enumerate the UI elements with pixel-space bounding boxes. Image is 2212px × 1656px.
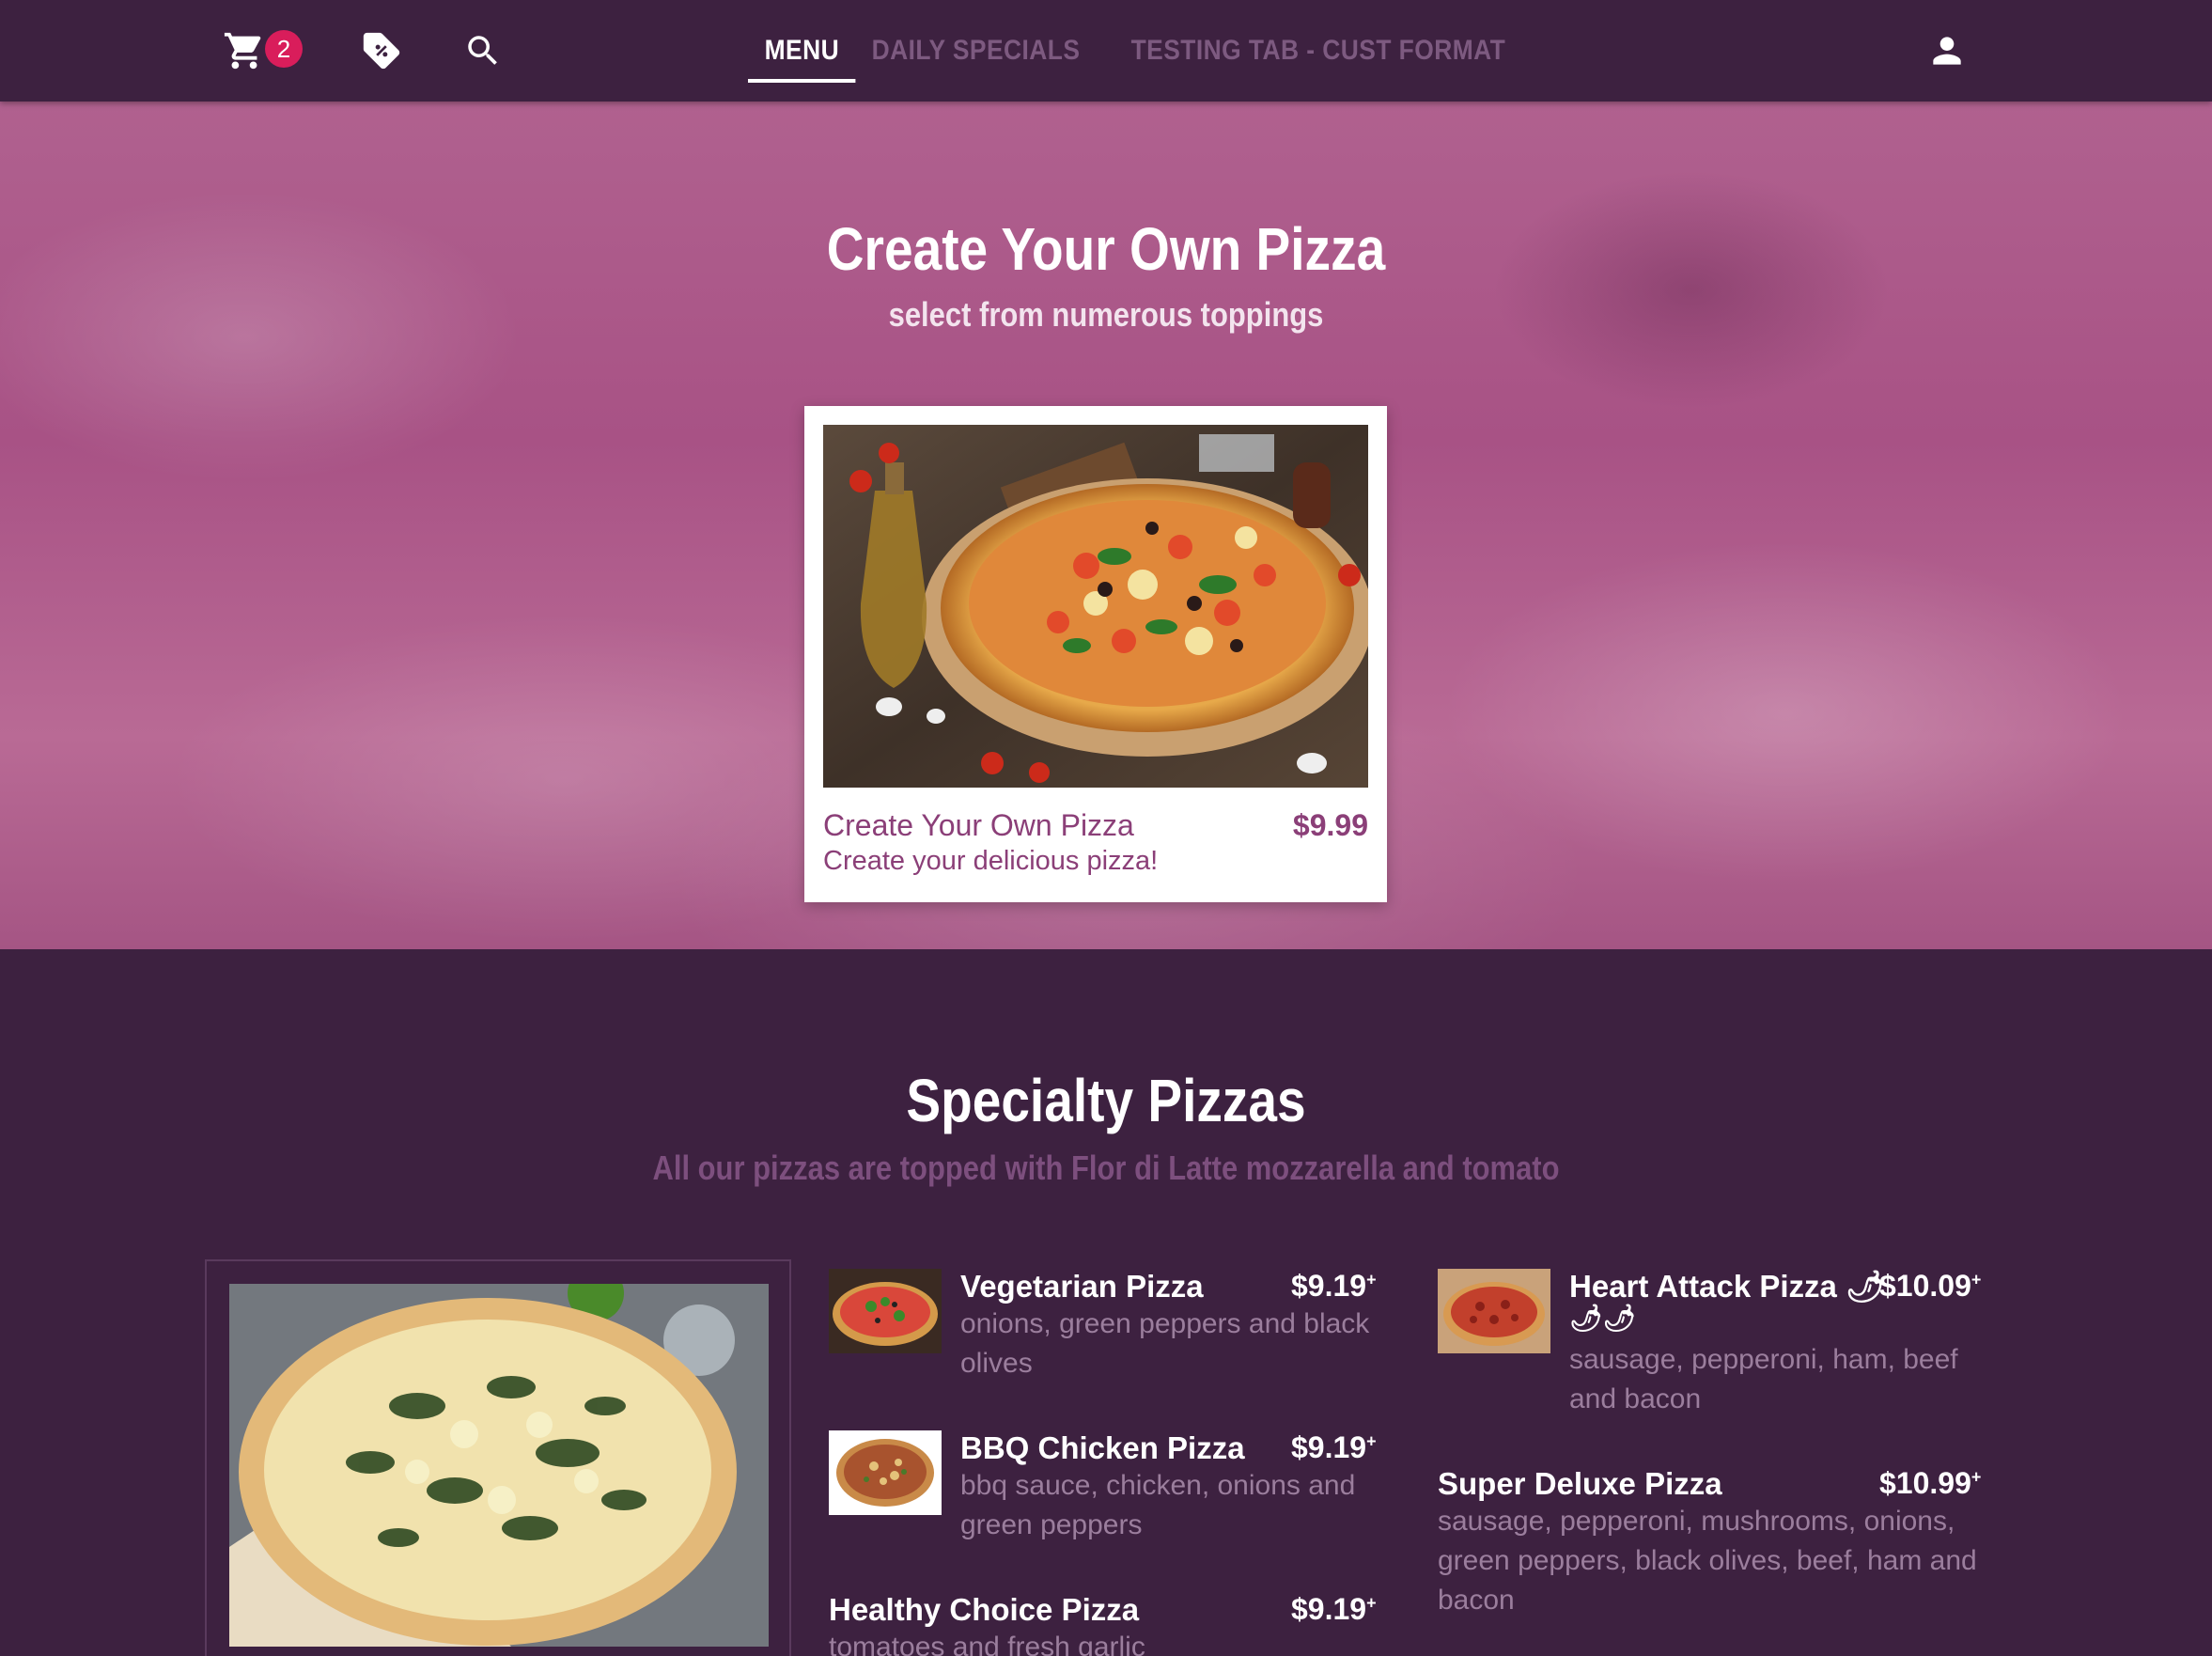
item-description: tomatoes and fresh garlic [829, 1632, 1145, 1656]
item-price: $10.09+ [1879, 1269, 1982, 1303]
coupon-tag-icon[interactable] [359, 28, 404, 73]
account-icon[interactable] [1924, 28, 1970, 73]
section-title: Specialty Pizzas [906, 1067, 1306, 1134]
item-price: $10.99+ [1879, 1466, 1982, 1500]
item-name: Super Deluxe Pizza [1438, 1466, 1722, 1501]
item-price: $9.19+ [1291, 1269, 1377, 1303]
item-description: sausage, pepperoni, mushrooms, onions, g… [1438, 1506, 1977, 1616]
hero-subtitle: select from numerous toppings [888, 295, 1324, 334]
card-price: $9.99 [1292, 808, 1368, 842]
item-description: bbq sauce, chicken, onions and green pep… [960, 1470, 1356, 1540]
tab-testing[interactable]: TESTING TAB - CUST FORMAT [1114, 0, 1522, 102]
item-name: Healthy Choice Pizza [829, 1592, 1140, 1627]
hero-title: Create Your Own Pizza [826, 215, 1386, 283]
item-price: $9.19+ [1291, 1430, 1377, 1464]
item-name: Heart Attack Pizza 🌶 [1569, 1269, 1885, 1304]
featured-pizza-card[interactable] [205, 1259, 791, 1656]
cart-count-badge: 2 [265, 30, 303, 68]
tab-menu[interactable]: MENU [748, 0, 857, 102]
item-thumbnail [829, 1269, 942, 1353]
search-icon[interactable] [460, 28, 506, 73]
cart-icon[interactable] [222, 28, 267, 73]
tab-daily-specials[interactable]: DAILY SPECIALS [855, 0, 1097, 102]
featured-pizza-photo [229, 1284, 769, 1647]
card-description: Create your delicious pizza! [823, 846, 1159, 876]
item-thumbnail [1438, 1269, 1550, 1353]
spicy-icons-row: 🌶🌶 [1569, 1304, 1637, 1333]
item-thumbnail [829, 1430, 942, 1515]
hero-banner: Create Your Own Pizza select from numero… [0, 102, 2212, 949]
top-nav: 2 MENU DAILY SPECIALS TESTING TAB - CUST… [0, 0, 2212, 102]
item-price: $9.19+ [1291, 1592, 1377, 1626]
item-name: BBQ Chicken Pizza [960, 1430, 1245, 1465]
nav-tabs: MENU DAILY SPECIALS TESTING TAB - CUST F… [748, 0, 1563, 102]
create-your-own-card[interactable]: Create Your Own Pizza $9.99 Create your … [804, 406, 1387, 902]
item-description: onions, green peppers and black olives [960, 1308, 1370, 1379]
card-name: Create Your Own Pizza [823, 808, 1134, 842]
item-name: Vegetarian Pizza [960, 1269, 1204, 1304]
pizza-photo [823, 425, 1368, 788]
item-description: sausage, pepperoni, ham, beef and bacon [1569, 1344, 1958, 1414]
section-subtitle: All our pizzas are topped with Flor di L… [652, 1148, 1560, 1187]
